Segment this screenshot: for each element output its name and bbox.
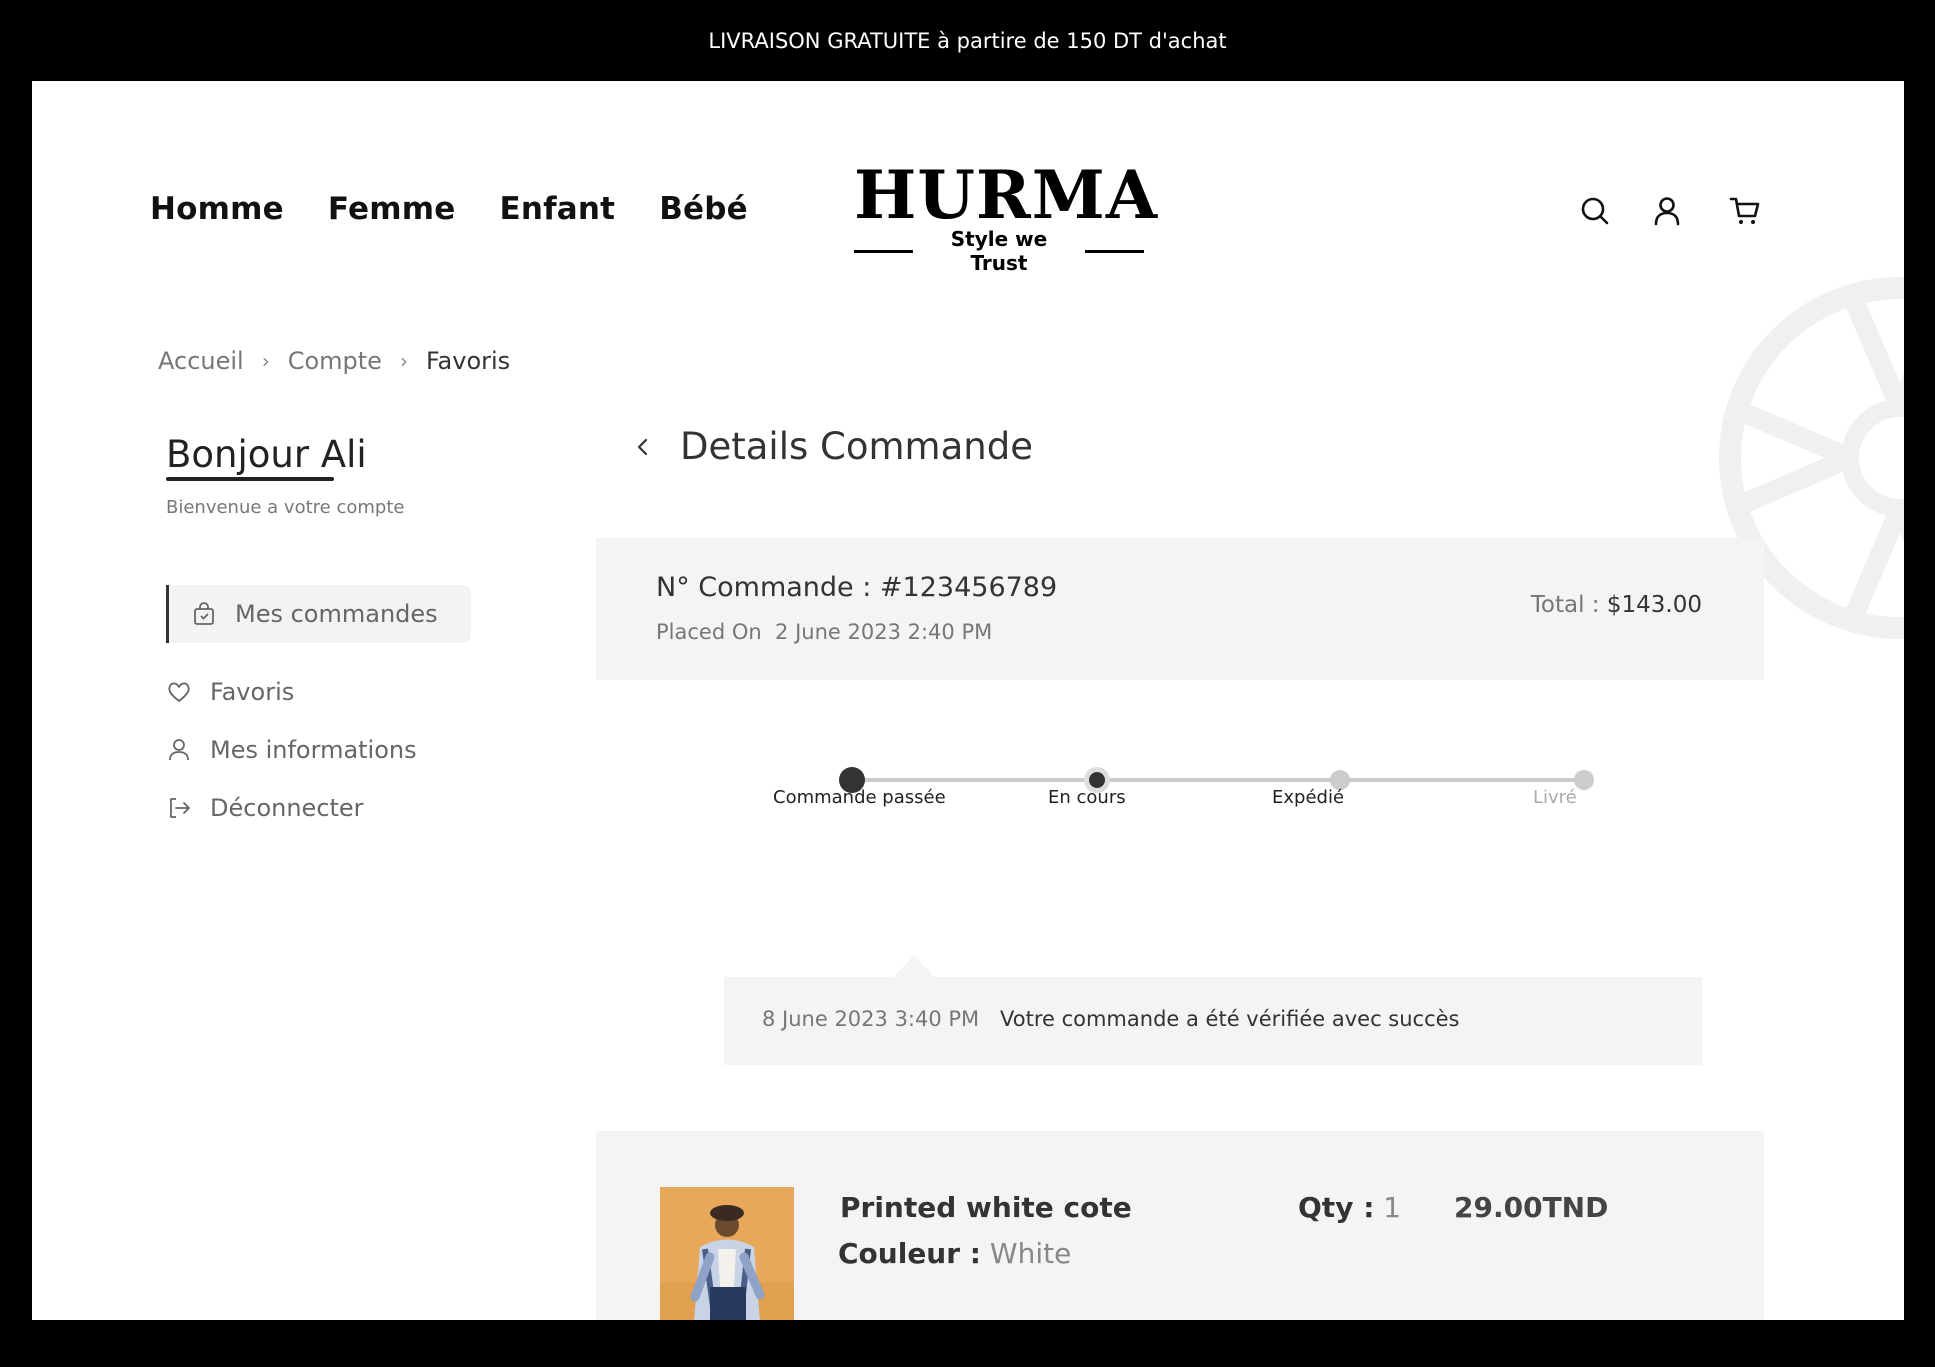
logo-line-left <box>854 249 913 253</box>
sidebar-item-label: Déconnecter <box>210 794 364 822</box>
sidebar-item-deconnecter[interactable]: Déconnecter <box>166 779 486 837</box>
sidebar-item-favoris[interactable]: Favoris <box>166 663 486 721</box>
user-icon <box>169 739 189 761</box>
brand-logo[interactable]: HURMA Style we Trust <box>854 156 1159 275</box>
search-icon[interactable] <box>1579 195 1611 227</box>
user-icon[interactable] <box>1651 195 1683 227</box>
order-items-card: Printed white cote Couleur : White Qty :… <box>596 1131 1764 1320</box>
sidebar-item-label: Favoris <box>210 678 295 706</box>
step-dot-livre <box>1574 770 1594 790</box>
chevron-right-icon: › <box>399 349 408 373</box>
nav-item-femme[interactable]: Femme <box>328 191 456 227</box>
cart-icon[interactable] <box>1729 195 1761 227</box>
nav-item-enfant[interactable]: Enfant <box>499 191 615 227</box>
nav-item-bebe[interactable]: Bébé <box>659 191 748 227</box>
placed-value: 2 June 2023 2:40 PM <box>775 620 993 644</box>
chevron-right-icon: › <box>261 349 270 373</box>
sidebar-item-label: Mes commandes <box>235 600 438 628</box>
order-total: Total : $143.00 <box>1531 592 1702 618</box>
breadcrumb-accueil[interactable]: Accueil <box>158 347 244 375</box>
status-message-box: 8 June 2023 3:40 PM Votre commande a été… <box>724 977 1702 1065</box>
logout-icon <box>170 798 190 818</box>
step-label-livre: Livré <box>1533 787 1577 808</box>
order-placed-date: Placed On 2 June 2023 2:40 PM <box>656 620 992 644</box>
logo-line-right <box>1085 249 1144 253</box>
chevron-left-icon[interactable] <box>632 436 654 458</box>
product-image[interactable] <box>660 1187 794 1320</box>
color-label: Couleur : <box>838 1237 981 1270</box>
sidebar-item-label: Mes informations <box>210 736 417 764</box>
qty-label: Qty : <box>1298 1191 1375 1224</box>
breadcrumb: Accueil › Compte › Favoris <box>158 347 510 375</box>
welcome-text: Bienvenue a votre compte <box>166 497 405 518</box>
product-qty: Qty : 1 <box>1298 1191 1401 1224</box>
status-message: Votre commande a été vérifiée avec succè… <box>1000 1007 1460 1031</box>
breadcrumb-compte[interactable]: Compte <box>288 347 382 375</box>
product-name[interactable]: Printed white cote <box>840 1191 1132 1224</box>
order-number: N° Commande : #123456789 <box>656 572 1058 603</box>
logo-name: HURMA <box>854 156 1159 234</box>
announcement-bar: LIVRAISON GRATUITE à partire de 150 DT d… <box>0 0 1935 81</box>
sidebar-item-mes-informations[interactable]: Mes informations <box>166 721 486 779</box>
step-label-en-cours: En cours <box>1048 787 1126 808</box>
heart-icon <box>168 682 190 702</box>
step-dot-en-cours-inner <box>1089 772 1105 788</box>
logo-tagline-row: Style we Trust <box>854 227 1144 275</box>
greeting-title: Bonjour Ali <box>166 433 367 476</box>
step-label-commande-passee: Commande passée <box>773 787 946 808</box>
breadcrumb-favoris: Favoris <box>425 347 511 375</box>
nav-item-homme[interactable]: Homme <box>150 191 284 227</box>
order-summary-card: N° Commande : #123456789 Placed On 2 Jun… <box>596 538 1764 680</box>
status-pointer <box>894 955 934 977</box>
total-label: Total : <box>1530 592 1600 618</box>
announcement-text: LIVRAISON GRATUITE à partire de 150 DT d… <box>708 28 1227 53</box>
main-nav: Homme Femme Enfant Bébé <box>150 191 748 227</box>
placed-label: Placed On <box>656 620 762 644</box>
product-price: 29.00TND <box>1454 1191 1609 1224</box>
bottom-frame <box>0 1320 1935 1367</box>
status-date: 8 June 2023 3:40 PM <box>762 1007 980 1031</box>
page: Homme Femme Enfant Bébé HURMA Style we T… <box>32 81 1904 1320</box>
product-color: Couleur : White <box>838 1237 1071 1270</box>
product-photo-icon <box>660 1187 794 1320</box>
page-title: Details Commande <box>680 425 1033 468</box>
shopping-bag-icon <box>194 602 214 625</box>
color-value: White <box>989 1237 1072 1270</box>
step-label-expedie: Expédié <box>1272 787 1345 808</box>
total-value: $143.00 <box>1606 592 1702 618</box>
sidebar-item-mes-commandes[interactable]: Mes commandes <box>166 585 471 643</box>
logo-tagline: Style we Trust <box>950 227 1048 275</box>
qty-value: 1 <box>1383 1191 1402 1224</box>
greeting-underline <box>166 477 334 481</box>
page-header: Details Commande <box>632 425 1033 468</box>
header-icons <box>1579 195 1761 227</box>
account-sidebar: Mes commandes Favoris Mes informations D… <box>166 585 486 837</box>
